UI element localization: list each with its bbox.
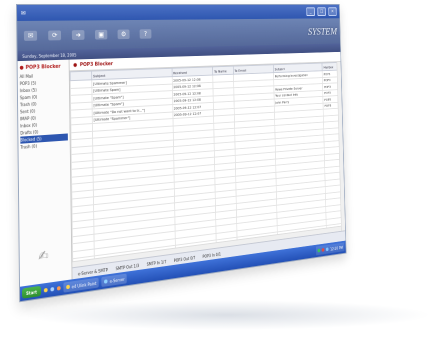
send-icon: ➜ — [71, 29, 85, 40]
taskbar-item[interactable]: e4 Ulink Paint — [63, 277, 100, 293]
mail-icon: ✉ — [23, 30, 38, 41]
content-title-icon: ● — [73, 61, 78, 68]
screenshot-stage: ✉ _ □ × ✉ ⟳ ➜ ▣ ⚙ ? SYSTEM Sunday, Septe… — [0, 0, 438, 337]
taskbar-item[interactable]: e-Server — [101, 273, 128, 287]
maximize-button[interactable]: □ — [317, 7, 326, 16]
quicklaunch-icon[interactable] — [43, 287, 48, 293]
help-icon: ? — [139, 28, 152, 39]
clock: 12:20 PM — [330, 244, 343, 252]
toolbar-tool-1[interactable]: ✉ — [21, 30, 40, 41]
sidebar-title-text: POP3 Blocker — [25, 63, 61, 71]
system-tray: 12:20 PM — [316, 242, 345, 256]
window-shadow — [22, 300, 432, 330]
refresh-icon: ⟳ — [48, 29, 62, 40]
application-window: ✉ _ □ × ✉ ⟳ ➜ ▣ ⚙ ? SYSTEM Sunday, Septe… — [16, 4, 347, 303]
folder-sidebar: ● POP3 Blocker All Mail POP3 (5) Inbox (… — [17, 59, 73, 289]
taskbar-item-label: e-Server — [109, 276, 125, 284]
signature-logo: ✍ — [38, 248, 49, 265]
quicklaunch-icon[interactable] — [56, 286, 61, 291]
brand-logo: SYSTEM — [307, 24, 338, 37]
date-label: Sunday, September 18, 2005 — [22, 52, 77, 59]
tray-icon[interactable] — [317, 248, 321, 253]
toolbar-tool-3[interactable]: ➜ — [69, 29, 87, 41]
tray-icon[interactable] — [326, 247, 329, 252]
folder-icon: ▣ — [94, 29, 108, 40]
quicklaunch-icon[interactable] — [50, 286, 55, 292]
settings-icon: ⚙ — [117, 29, 130, 39]
tray-icon[interactable] — [321, 247, 325, 252]
minimize-button[interactable]: _ — [306, 7, 315, 16]
toolbar-tool-5[interactable]: ⚙ — [115, 29, 132, 40]
toolbar-tool-6[interactable]: ? — [137, 28, 154, 40]
taskbar-item-label: e4 Ulink Paint — [71, 280, 97, 289]
content-title-text: POP3 Blocker — [79, 60, 114, 68]
title-icon: ✉ — [20, 9, 26, 17]
blocker-icon: ● — [19, 64, 24, 72]
task-icon — [66, 284, 70, 290]
start-button[interactable]: Start — [21, 285, 42, 299]
close-button[interactable]: × — [328, 7, 337, 16]
toolbar-tool-2[interactable]: ⟳ — [45, 29, 63, 41]
toolbar-tool-4[interactable]: ▣ — [92, 29, 110, 40]
task-icon — [104, 279, 108, 284]
